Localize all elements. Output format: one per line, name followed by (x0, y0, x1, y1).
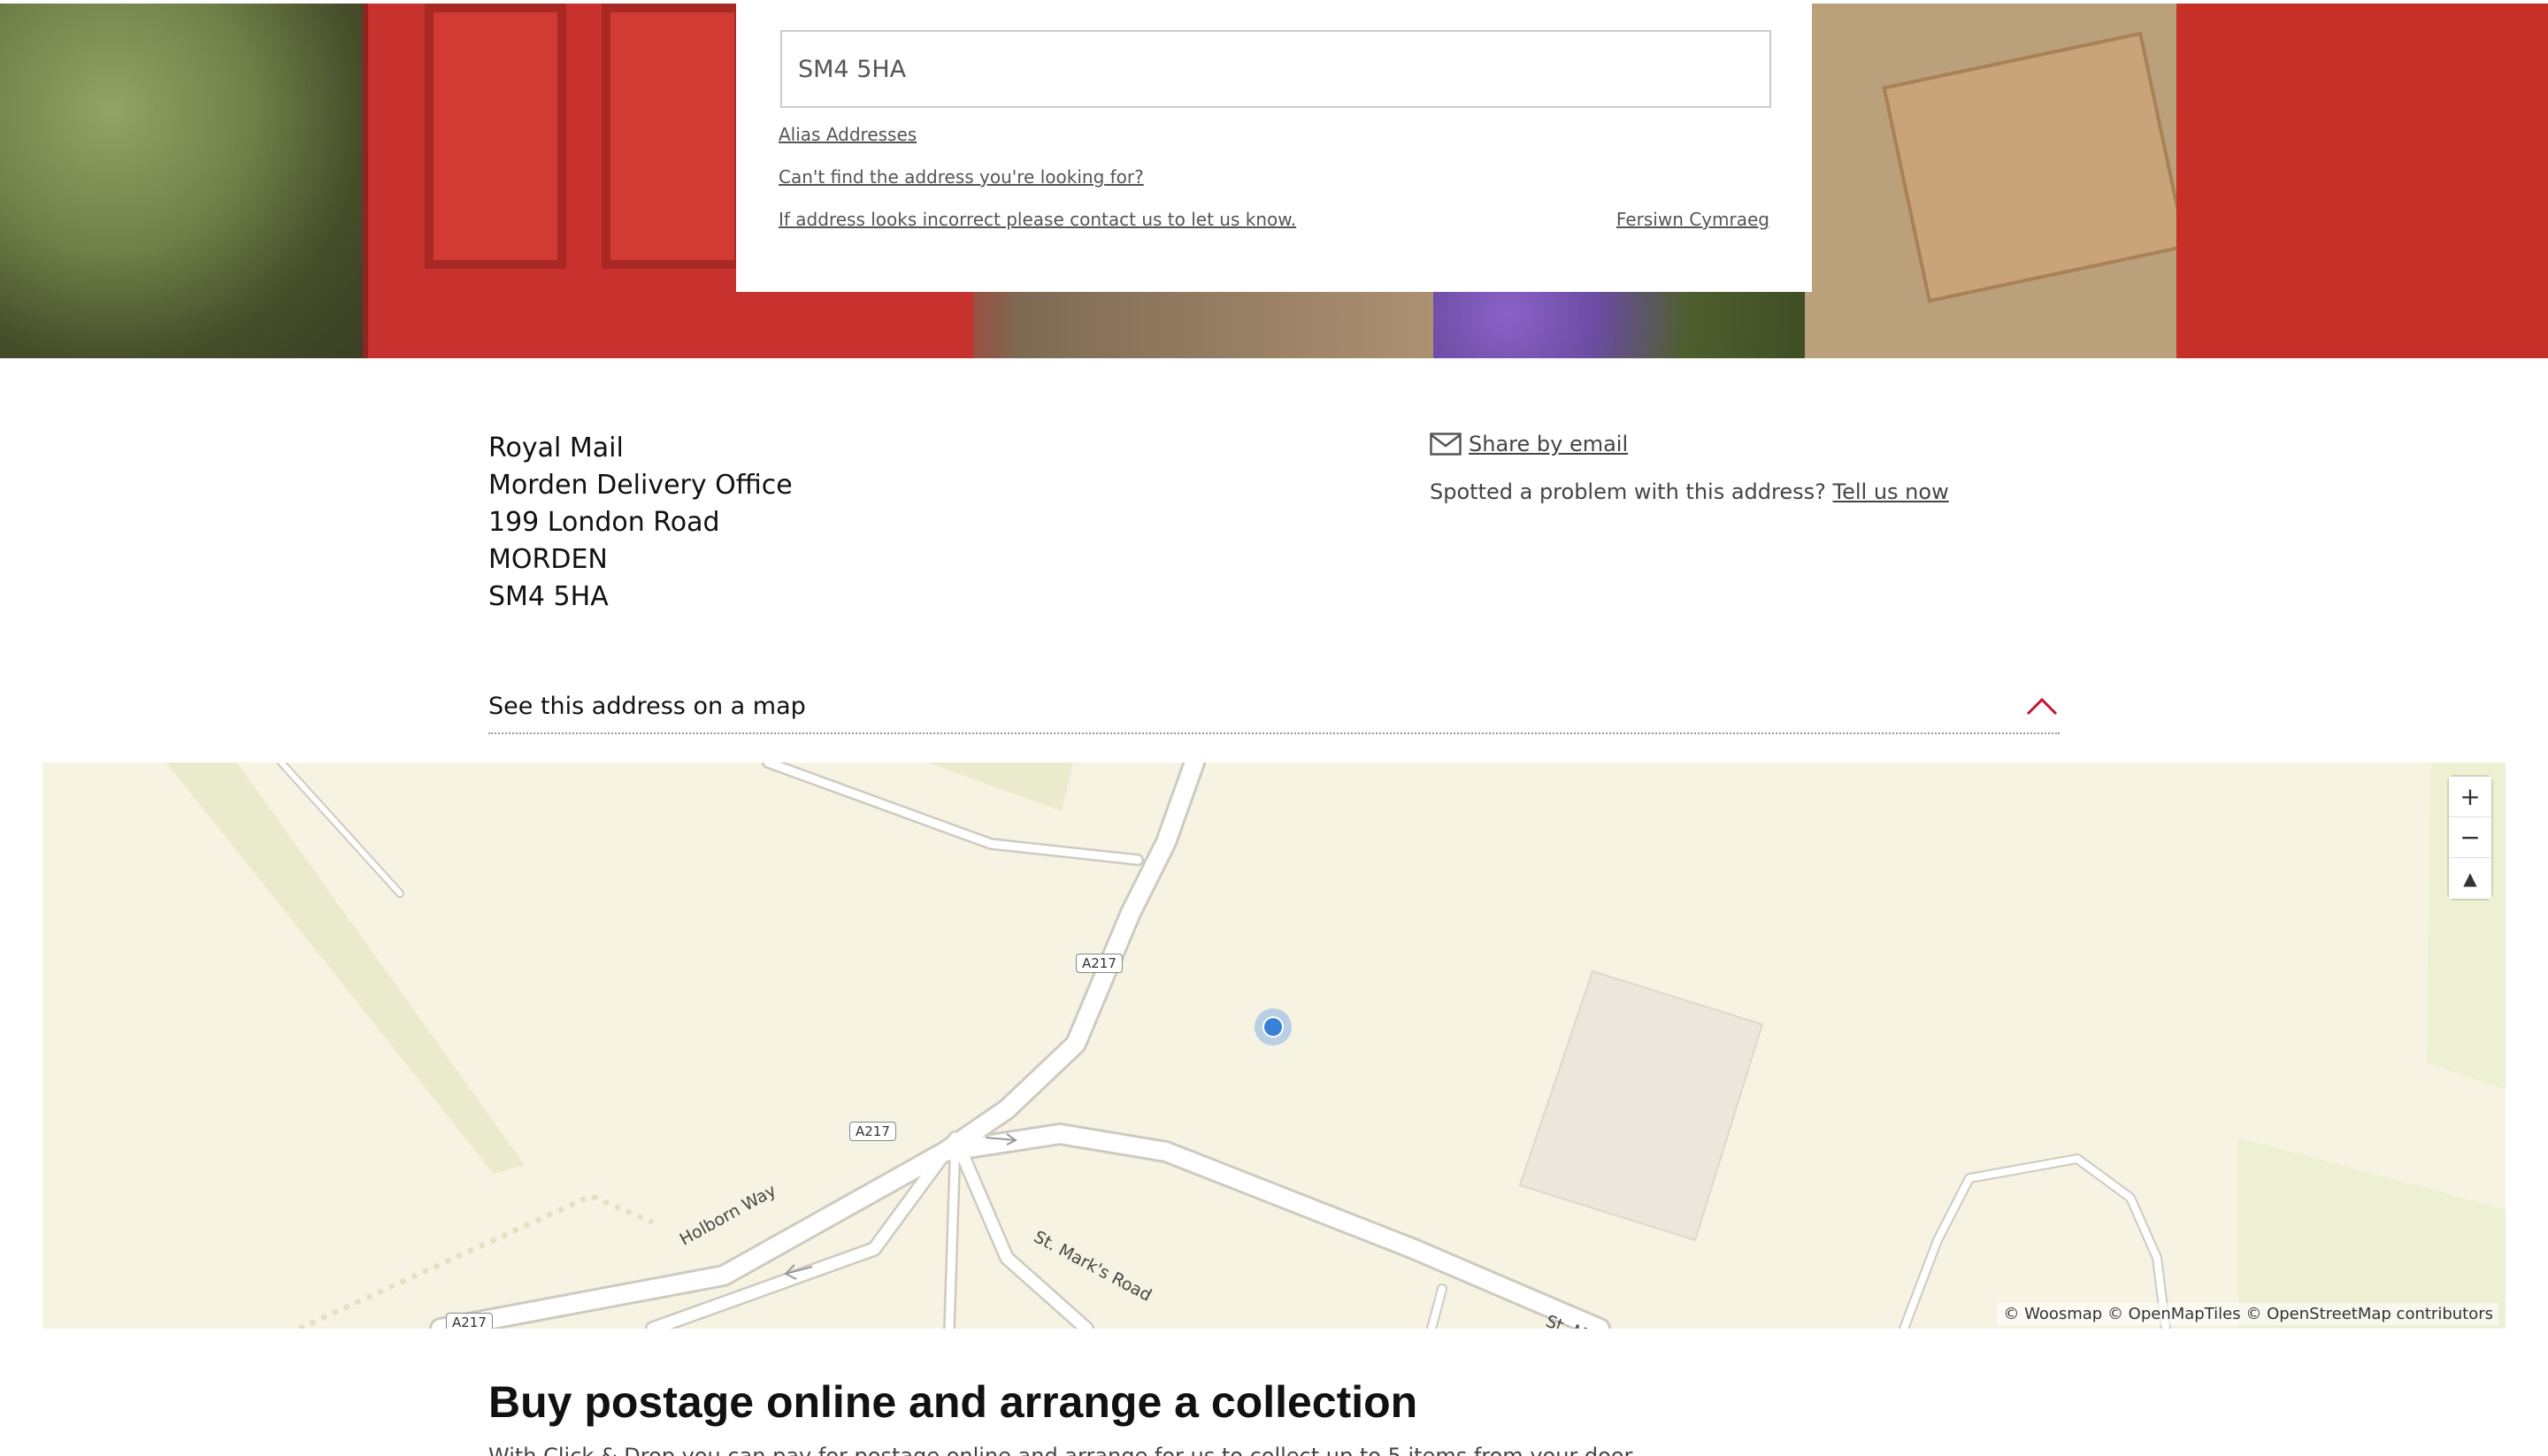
road-shield-a217: A217 (1076, 954, 1123, 973)
reset-north-button[interactable]: ▲ (2449, 858, 2491, 899)
map-roads (166, 762, 2506, 1329)
map-view[interactable]: A217 A217 A217 Holborn Way St. Mark's Ro… (42, 762, 2506, 1329)
map-toggle-label: See this address on a map (488, 692, 806, 720)
cant-find-address-link[interactable]: Can't find the address you're looking fo… (779, 166, 1144, 188)
hero-postman (2176, 4, 2548, 358)
hero-banner: SM4 5HA Alias Addresses Can't find the a… (0, 4, 2548, 358)
alias-addresses-link[interactable]: Alias Addresses (779, 124, 917, 145)
address-line: Morden Delivery Office (488, 470, 793, 501)
share-by-email[interactable]: Share by email (1430, 432, 1628, 456)
map-accordion-toggle[interactable]: See this address on a map (488, 679, 2060, 734)
address-incorrect-link[interactable]: If address looks incorrect please contac… (779, 209, 1296, 230)
road-shield-a217: A217 (849, 1122, 896, 1141)
search-card: SM4 5HA Alias Addresses Can't find the a… (736, 4, 1812, 292)
share-by-email-link[interactable]: Share by email (1469, 432, 1628, 456)
chevron-up-icon[interactable] (2024, 693, 2060, 719)
address-line: SM4 5HA (488, 581, 609, 612)
location-pin (1255, 1008, 1292, 1046)
tell-us-now-link[interactable]: Tell us now (1833, 479, 1949, 504)
problem-notice: Spotted a problem with this address? Tel… (1430, 479, 1949, 504)
address-line: 199 London Road (488, 507, 720, 538)
address-line: Royal Mail (488, 433, 624, 464)
promo-title: Buy postage online and arrange a collect… (488, 1377, 1418, 1427)
road-shield-a217: A217 (446, 1313, 493, 1329)
address-line: MORDEN (488, 544, 608, 575)
map-controls: + − ▲ (2449, 777, 2491, 899)
zoom-in-button[interactable]: + (2449, 777, 2491, 817)
promo-subtitle: With Click & Drop you can pay for postag… (488, 1444, 1633, 1456)
zoom-out-button[interactable]: − (2449, 817, 2491, 858)
map-attribution: © Woosmap © OpenMapTiles © OpenStreetMap… (1998, 1303, 2498, 1325)
address-block: Royal Mail Morden Delivery Office 199 Lo… (488, 430, 793, 616)
welsh-version-link[interactable]: Fersiwn Cymraeg (1616, 209, 1769, 230)
postcode-input[interactable]: SM4 5HA (780, 30, 1771, 108)
mail-icon (1430, 433, 1462, 456)
hero-door-panel (602, 4, 743, 269)
hero-foliage (0, 4, 372, 358)
hero-door-panel (425, 4, 566, 269)
location-pin-dot (1262, 1016, 1284, 1038)
problem-text: Spotted a problem with this address? (1430, 479, 1826, 504)
